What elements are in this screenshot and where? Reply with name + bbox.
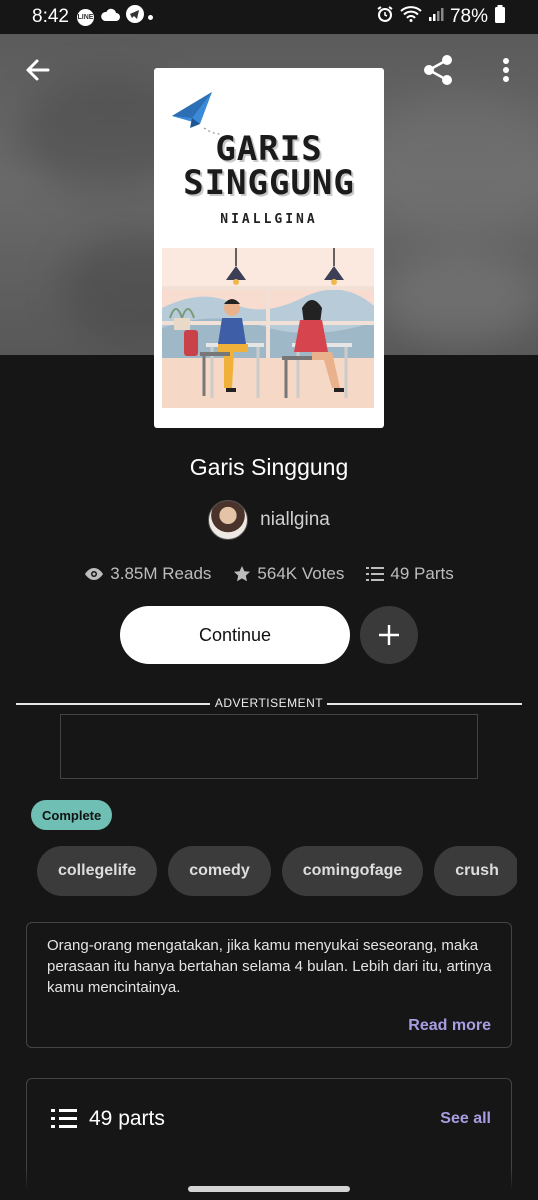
arrow-left-icon [26, 59, 50, 81]
signal-icon [428, 6, 444, 28]
home-indicator[interactable] [188, 1186, 350, 1192]
author-link[interactable]: niallgina [0, 500, 538, 540]
add-to-library-button[interactable] [360, 606, 418, 664]
tag-list: collegelife comedy comingofage crush [37, 846, 517, 896]
cover-title-line1: GARIS [215, 129, 323, 169]
cover-title-line2: SINGGUNG [183, 163, 355, 203]
ad-divider: ADVERTISEMENT [16, 694, 522, 714]
notification-dot [147, 14, 153, 20]
divider-right [327, 703, 522, 705]
telegram-icon [125, 5, 144, 29]
battery-icon [494, 5, 506, 29]
bottom-fade [0, 1168, 538, 1200]
back-button[interactable] [22, 54, 54, 86]
author-name[interactable]: niallgina [260, 509, 330, 531]
plus-icon [379, 625, 399, 645]
continue-reading-button[interactable]: Continue [120, 606, 350, 664]
status-badge: Complete [31, 800, 113, 830]
star-icon [234, 566, 251, 582]
status-time: 8:42 [32, 6, 69, 27]
book-title: Garis Singgung [189, 454, 349, 480]
wifi-icon [400, 6, 422, 28]
share-icon [424, 55, 452, 85]
list-icon [51, 1109, 77, 1128]
status-bar: 8:42 LINE 78% [0, 0, 538, 34]
reads-count: 3.85M Reads [110, 564, 212, 583]
votes-stat: 564K Votes [233, 564, 344, 584]
cover-author: NIALLGINA [220, 212, 318, 227]
cover-illustration [162, 248, 374, 408]
parts-stat: 49 Parts [366, 564, 454, 584]
book-cover: GARIS SINGGUNG NIALLGINA [154, 68, 384, 428]
tag-chip[interactable]: crush [434, 846, 517, 896]
more-vertical-icon [503, 58, 509, 82]
reads-stat: 3.85M Reads [84, 564, 211, 584]
cloud-icon [100, 6, 120, 28]
votes-count: 564K Votes [257, 564, 345, 583]
parts-label: 49 parts [89, 1107, 165, 1130]
ad-slot[interactable] [60, 714, 478, 779]
share-button[interactable] [420, 52, 456, 88]
alarm-icon [376, 5, 394, 29]
line-app-icon: LINE [76, 8, 94, 26]
avatar[interactable] [208, 500, 249, 540]
more-options-button[interactable] [494, 54, 518, 86]
list-icon [366, 567, 385, 581]
tag-chip[interactable]: collegelife [37, 846, 158, 896]
see-all-link[interactable]: See all [440, 1110, 491, 1128]
parts-count: 49 Parts [390, 564, 454, 583]
tag-chip[interactable]: comingofage [281, 846, 424, 896]
description-text: Orang-orang mengatakan, jika kamu menyuk… [47, 937, 492, 996]
tag-chip[interactable]: comedy [168, 846, 271, 896]
top-bar [0, 48, 538, 92]
cover-title: GARIS SINGGUNG [154, 132, 384, 200]
description-card: Orang-orang mengatakan, jika kamu menyuk… [26, 922, 512, 1048]
eye-icon [85, 568, 104, 580]
story-stats: 3.85M Reads 564K Votes 49 Parts [0, 564, 538, 584]
read-more-link[interactable]: Read more [408, 1017, 491, 1035]
battery-percent: 78% [449, 6, 488, 27]
